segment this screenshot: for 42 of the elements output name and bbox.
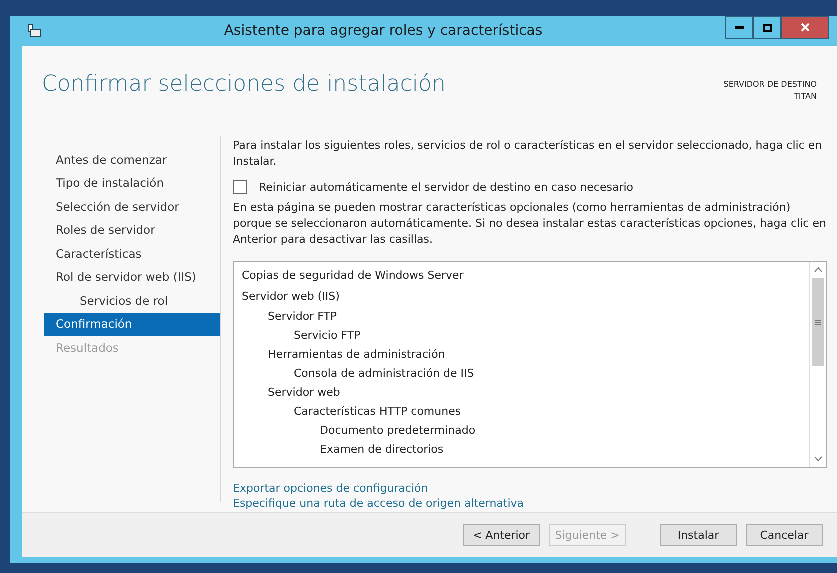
wizard-step[interactable]: Características bbox=[44, 242, 220, 266]
intro-text: Para instalar los siguientes roles, servicios de rol o características en el servidor seleccionado, haga clic en Instalar. bbox=[233, 138, 824, 170]
selection-item: Servidor FTP bbox=[267, 309, 338, 325]
selection-item: Examen de directorios bbox=[319, 442, 445, 458]
selection-item: Servidor web bbox=[267, 385, 342, 401]
page-heading: Confirmar selecciones de instalación bbox=[42, 72, 446, 99]
wizard-button[interactable]: Instalar bbox=[660, 524, 737, 546]
restart-label: Reiniciar automáticamente el servidor de destino en caso necesario bbox=[259, 180, 634, 194]
restart-checkbox[interactable] bbox=[233, 180, 247, 194]
selection-item: Consola de administración de IIS bbox=[293, 366, 476, 382]
wizard-step[interactable]: Rol de servidor web (IIS) bbox=[44, 266, 220, 289]
selection-item: Servidor web (IIS) bbox=[242, 289, 341, 305]
wizard-step[interactable]: Servicios de rol bbox=[44, 289, 220, 312]
scrollbar-thumb[interactable] bbox=[812, 278, 824, 366]
note-text: En esta página se pueden mostrar características opcionales (como herramientas de administración) porque se seleccionaron automáticamente. Si no desea instalar estas características opciones, haga clic en Anterior para desactivar las casillas. bbox=[233, 200, 827, 248]
wizard-button[interactable]: Cancelar bbox=[746, 524, 823, 546]
destination-server-name: TITAN bbox=[794, 92, 817, 101]
selection-item: Copias de seguridad de Windows Server bbox=[242, 268, 465, 284]
wizard-step[interactable]: Roles de servidor bbox=[44, 218, 220, 242]
maximize-icon bbox=[762, 24, 772, 32]
scroll-up-icon[interactable] bbox=[814, 267, 822, 273]
minimize-button[interactable] bbox=[725, 16, 753, 39]
wizard-step[interactable]: Confirmación bbox=[44, 312, 220, 336]
wizard-step[interactable]: Antes de comenzar bbox=[44, 148, 220, 172]
server-manager-icon bbox=[28, 24, 42, 38]
wizard-step[interactable]: Selección de servidor bbox=[44, 195, 220, 218]
selection-item: Herramientas de administración bbox=[267, 347, 446, 363]
window-title: Asistente para agregar roles y características bbox=[223, 23, 544, 39]
scroll-down-icon[interactable] bbox=[814, 456, 822, 462]
close-icon bbox=[800, 23, 810, 32]
selection-item: Documento predeterminado bbox=[319, 423, 477, 439]
grip-icon bbox=[815, 320, 821, 324]
wizard-button[interactable]: < Anterior bbox=[463, 524, 540, 546]
link[interactable]: Especifique una ruta de acceso de origen alternativa bbox=[233, 497, 827, 510]
destination-server-label: SERVIDOR DE DESTINO bbox=[724, 80, 817, 89]
selection-item: Características HTTP comunes bbox=[293, 404, 462, 420]
close-button[interactable] bbox=[781, 16, 829, 39]
minimize-icon bbox=[734, 26, 744, 29]
selection-item: Servicio FTP bbox=[293, 328, 362, 344]
wizard-step[interactable]: Tipo de instalación bbox=[44, 172, 220, 195]
maximize-button[interactable] bbox=[753, 16, 781, 39]
link[interactable]: Exportar opciones de configuración bbox=[233, 482, 827, 495]
